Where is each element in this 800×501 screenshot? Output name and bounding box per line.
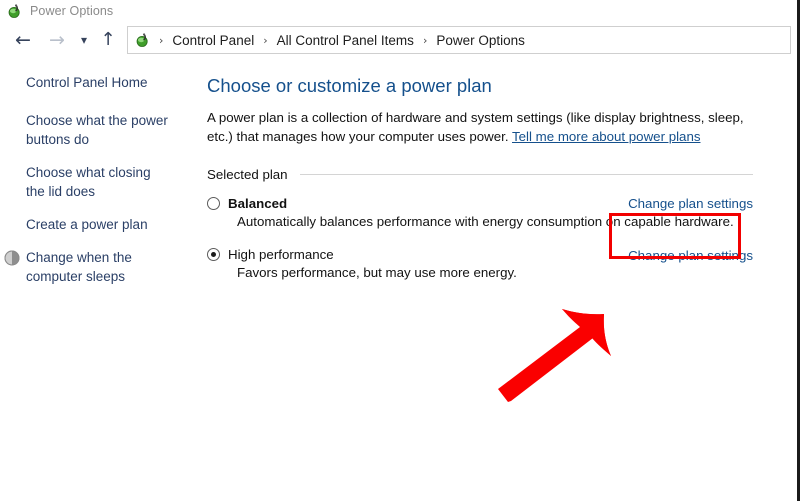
breadcrumb-control-panel[interactable]: Control Panel [170, 33, 256, 48]
plan-row-balanced: Balanced Automatically balances performa… [207, 196, 753, 229]
sidebar-item-label: Change when the computer sleeps [26, 250, 132, 284]
back-arrow-icon[interactable]: ← [6, 25, 40, 55]
sidebar-item-closing-lid[interactable]: Choose what closing the lid does [0, 163, 186, 201]
breadcrumb-separator-1: › [263, 33, 268, 47]
sidebar: Control Panel Home Choose what the power… [0, 58, 200, 501]
selected-plan-group-header: Selected plan [207, 167, 753, 182]
address-bar[interactable]: › Control Panel › All Control Panel Item… [127, 26, 791, 54]
page-title: Choose or customize a power plan [207, 75, 492, 96]
plan-row-high-performance: High performance Favors performance, but… [207, 247, 753, 280]
forward-arrow-icon[interactable]: → [40, 25, 74, 55]
content-area: Control Panel Home Choose what the power… [0, 58, 793, 501]
sleep-shield-icon [4, 250, 20, 266]
radio-balanced[interactable] [207, 197, 220, 210]
window-title: Power Options [30, 4, 114, 18]
navigation-bar: ← → ▾ ↑ › Control Panel › All Control Pa… [0, 22, 793, 58]
sidebar-item-computer-sleeps[interactable]: Change when the computer sleeps [0, 248, 186, 286]
selected-plan-label: Selected plan [207, 167, 288, 182]
intro-paragraph: A power plan is a collection of hardware… [207, 109, 755, 146]
plan-description-balanced: Automatically balances performance with … [237, 214, 734, 229]
change-plan-settings-balanced[interactable]: Change plan settings [628, 196, 753, 211]
power-options-window: Power Options ← → ▾ ↑ › Control Panel › … [0, 0, 800, 501]
sidebar-item-power-buttons[interactable]: Choose what the power buttons do [0, 111, 186, 149]
breadcrumb-separator-0: › [159, 33, 164, 47]
power-plug-icon [7, 3, 22, 19]
plan-name-high-performance: High performance [228, 247, 334, 262]
breadcrumb-all-control-panel-items[interactable]: All Control Panel Items [275, 33, 416, 48]
tell-me-more-link[interactable]: Tell me more about power plans [512, 129, 700, 144]
main-pane: Choose or customize a power plan A power… [200, 58, 793, 501]
change-plan-settings-high-performance[interactable]: Change plan settings [628, 248, 753, 263]
radio-high-performance[interactable] [207, 248, 220, 261]
chevron-down-icon[interactable]: ▾ [74, 25, 94, 55]
title-bar: Power Options [0, 0, 793, 22]
up-arrow-icon[interactable]: ↑ [94, 25, 122, 55]
sidebar-item-create-power-plan[interactable]: Create a power plan [0, 215, 186, 234]
group-divider [299, 174, 753, 175]
plan-name-balanced: Balanced [228, 196, 288, 211]
address-power-plug-icon [135, 32, 150, 48]
breadcrumb-separator-2: › [422, 33, 428, 47]
plan-description-high-performance: Favors performance, but may use more ene… [237, 265, 517, 280]
sidebar-item-control-panel-home[interactable]: Control Panel Home [0, 73, 186, 92]
breadcrumb-power-options[interactable]: Power Options [434, 33, 527, 48]
